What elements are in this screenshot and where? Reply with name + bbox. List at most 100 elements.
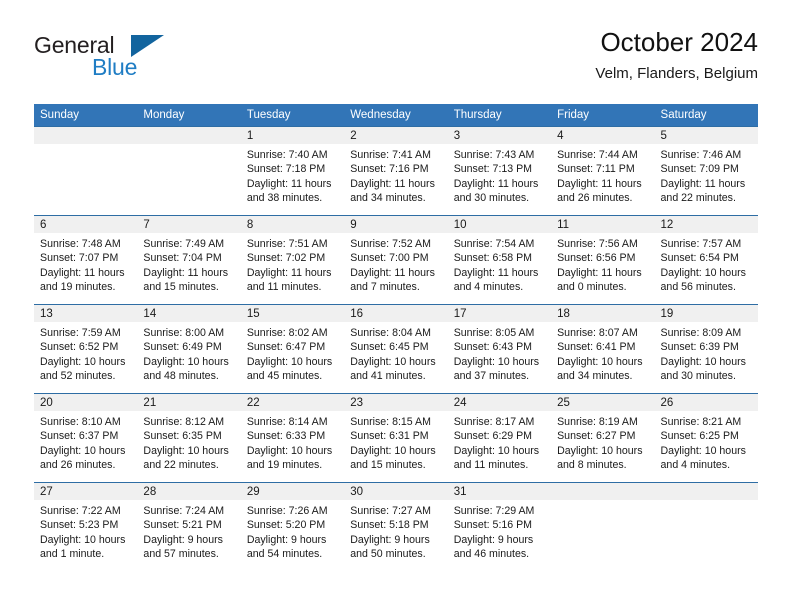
day-details: Sunrise: 8:10 AM Sunset: 6:37 PM Daylight:… — [34, 411, 137, 473]
calendar-day-cell[interactable]: 30 Sunrise: 7:27 AM Sunset: 5:18 PM Dayligh… — [344, 482, 448, 572]
calendar-day-cell[interactable]: 4 Sunrise: 7:44 AM Sunset: 7:11 PM Daylight… — [551, 126, 655, 216]
daylight-text-line2: and 30 minutes. — [660, 370, 736, 383]
sunrise-text: Sunrise: 8:02 AM — [246, 327, 328, 339]
calendar-day-cell[interactable]: 19 Sunrise: 8:09 AM Sunset: 6:39 PM Dayligh… — [654, 304, 758, 394]
calendar-day-cell[interactable]: 7 Sunrise: 7:49 AM Sunset: 7:04 PM Daylight… — [137, 215, 241, 305]
calendar-day-cell[interactable]: 3 Sunrise: 7:43 AM Sunset: 7:13 PM Daylight… — [447, 126, 552, 216]
calendar-day-cell[interactable]: 17 Sunrise: 8:05 AM Sunset: 6:43 PM Dayligh… — [447, 304, 552, 394]
calendar-day-cell[interactable]: 12 Sunrise: 7:57 AM Sunset: 6:54 PM Dayligh… — [654, 215, 758, 305]
sunset-text: Sunset: 7:07 PM — [40, 252, 119, 265]
day-details: Sunrise: 7:46 AM Sunset: 7:09 PM Daylight:… — [655, 144, 758, 206]
day-number: 14 — [137, 305, 241, 322]
sunset-text: Sunset: 6:43 PM — [453, 341, 533, 354]
sunrise-text: Sunrise: 7:52 AM — [350, 238, 431, 250]
day-number: 2 — [344, 127, 448, 144]
sunrise-text: Sunrise: 8:10 AM — [40, 416, 121, 428]
calendar-day-cell[interactable]: 24 Sunrise: 8:17 AM Sunset: 6:29 PM Dayligh… — [447, 393, 552, 483]
day-details: Sunrise: 7:41 AM Sunset: 7:16 PM Daylight:… — [344, 144, 447, 206]
general-blue-logo[interactable]: General Blue — [34, 32, 244, 94]
day-number: 19 — [654, 305, 758, 322]
weekday-header-monday: Monday — [137, 104, 241, 127]
daylight-text-line1: Daylight: 11 hours — [246, 177, 332, 190]
day-number: 1 — [240, 127, 345, 144]
calendar-day-cell[interactable]: 23 Sunrise: 8:15 AM Sunset: 6:31 PM Dayligh… — [344, 393, 448, 483]
sunrise-text: Sunrise: 7:40 AM — [246, 149, 328, 161]
day-number: 26 — [654, 394, 758, 411]
sunrise-text: Sunrise: 8:15 AM — [350, 416, 431, 428]
day-details: Sunrise: 7:52 AM Sunset: 7:00 PM Daylight:… — [344, 233, 447, 295]
calendar-day-cell[interactable]: 5 Sunrise: 7:46 AM Sunset: 7:09 PM Daylight… — [654, 126, 758, 216]
calendar-day-cell[interactable]: 11 Sunrise: 7:56 AM Sunset: 6:56 PM Dayligh… — [551, 215, 655, 305]
calendar-day-cell[interactable]: 26 Sunrise: 8:21 AM Sunset: 6:25 PM Dayligh… — [654, 393, 758, 483]
sunrise-text: Sunrise: 8:05 AM — [453, 327, 535, 339]
day-details: Sunrise: 8:09 AM Sunset: 6:39 PM Daylight:… — [655, 322, 758, 384]
calendar-day-cell[interactable]: 10 Sunrise: 7:54 AM Sunset: 6:58 PM Dayligh… — [447, 215, 552, 305]
daylight-text-line2: and 38 minutes. — [246, 192, 323, 205]
weekday-header-thursday: Thursday — [447, 104, 552, 127]
calendar-day-cell[interactable]: 29 Sunrise: 7:26 AM Sunset: 5:20 PM Dayligh… — [240, 482, 345, 572]
calendar-day-cell[interactable]: 27 Sunrise: 7:22 AM Sunset: 5:23 PM Dayligh… — [34, 482, 138, 572]
sunset-text: Sunset: 6:39 PM — [660, 341, 739, 354]
calendar-day-cell[interactable]: 20 Sunrise: 8:10 AM Sunset: 6:37 PM Dayligh… — [34, 393, 138, 483]
sunrise-text: Sunrise: 7:49 AM — [143, 238, 225, 250]
sunset-text: Sunset: 7:02 PM — [246, 252, 326, 265]
calendar-day-cell[interactable]: 2 Sunrise: 7:41 AM Sunset: 7:16 PM Daylight… — [344, 126, 448, 216]
daylight-text-line2: and 57 minutes. — [143, 548, 219, 561]
daylight-text-line2: and 34 minutes. — [557, 370, 633, 383]
day-details: Sunrise: 8:07 AM Sunset: 6:41 PM Daylight:… — [551, 322, 654, 384]
daylight-text-line2: and 41 minutes. — [350, 370, 426, 383]
day-details: Sunrise: 7:44 AM Sunset: 7:11 PM Daylight:… — [551, 144, 654, 206]
day-number: 21 — [137, 394, 241, 411]
daylight-text-line2: and 8 minutes. — [557, 459, 627, 472]
calendar-day-cell[interactable]: 6 Sunrise: 7:48 AM Sunset: 7:07 PM Daylight… — [34, 215, 138, 305]
day-details: Sunrise: 7:51 AM Sunset: 7:02 PM Daylight:… — [241, 233, 344, 295]
calendar-day-cell[interactable]: 25 Sunrise: 8:19 AM Sunset: 6:27 PM Dayligh… — [551, 393, 655, 483]
calendar-day-cell[interactable]: 15 Sunrise: 8:02 AM Sunset: 6:47 PM Dayligh… — [240, 304, 345, 394]
calendar-week-row: 1 Sunrise: 7:40 AM Sunset: 7:18 PM Daylight… — [34, 126, 758, 216]
day-number: 20 — [34, 394, 138, 411]
sunset-text: Sunset: 6:45 PM — [350, 341, 429, 354]
day-number: 30 — [344, 483, 448, 500]
sunset-text: Sunset: 5:23 PM — [40, 519, 119, 532]
calendar-day-cell[interactable]: 22 Sunrise: 8:14 AM Sunset: 6:33 PM Dayligh… — [240, 393, 345, 483]
calendar-day-cell[interactable]: 18 Sunrise: 8:07 AM Sunset: 6:41 PM Dayligh… — [551, 304, 655, 394]
calendar-day-cell[interactable]: 1 Sunrise: 7:40 AM Sunset: 7:18 PM Daylight… — [240, 126, 345, 216]
sunrise-text: Sunrise: 8:00 AM — [143, 327, 225, 339]
calendar-day-cell[interactable]: 13 Sunrise: 7:59 AM Sunset: 6:52 PM Dayligh… — [34, 304, 138, 394]
day-details: Sunrise: 7:59 AM Sunset: 6:52 PM Daylight:… — [34, 322, 137, 384]
daylight-text-line1: Daylight: 11 hours — [660, 177, 746, 190]
page-header: General Blue October 2024 Velm, Flanders… — [34, 26, 758, 96]
daylight-text-line1: Daylight: 11 hours — [350, 177, 435, 190]
daylight-text-line1: Daylight: 10 hours — [246, 444, 333, 457]
daylight-text-line2: and 22 minutes. — [143, 459, 219, 472]
calendar-day-cell[interactable]: 8 Sunrise: 7:51 AM Sunset: 7:02 PM Daylight… — [240, 215, 345, 305]
daylight-text-line2: and 30 minutes. — [453, 192, 530, 205]
day-details: Sunrise: 8:15 AM Sunset: 6:31 PM Daylight:… — [344, 411, 447, 473]
page-title: October 2024 — [600, 27, 758, 57]
day-number: 15 — [240, 305, 345, 322]
sunset-text: Sunset: 6:52 PM — [40, 341, 119, 354]
sunrise-text: Sunrise: 7:56 AM — [557, 238, 638, 250]
sunset-text: Sunset: 6:25 PM — [660, 430, 739, 443]
day-details: Sunrise: 7:27 AM Sunset: 5:18 PM Daylight:… — [344, 500, 447, 562]
daylight-text-line1: Daylight: 9 hours — [350, 533, 430, 546]
calendar-day-cell[interactable]: 21 Sunrise: 8:12 AM Sunset: 6:35 PM Dayligh… — [137, 393, 241, 483]
calendar-week-row: 13 Sunrise: 7:59 AM Sunset: 6:52 PM Dayligh… — [34, 304, 758, 394]
sunrise-text: Sunrise: 8:21 AM — [660, 416, 742, 428]
calendar-day-cell[interactable]: 28 Sunrise: 7:24 AM Sunset: 5:21 PM Dayligh… — [137, 482, 241, 572]
daylight-text-line2: and 54 minutes. — [246, 548, 323, 561]
sunset-text: Sunset: 7:18 PM — [246, 163, 326, 176]
daylight-text-line1: Daylight: 10 hours — [350, 355, 436, 368]
sunrise-text: Sunrise: 7:59 AM — [40, 327, 121, 339]
calendar-day-cell[interactable]: 16 Sunrise: 8:04 AM Sunset: 6:45 PM Dayligh… — [344, 304, 448, 394]
sunrise-text: Sunrise: 8:07 AM — [557, 327, 638, 339]
day-details: Sunrise: 7:48 AM Sunset: 7:07 PM Daylight:… — [34, 233, 137, 295]
sunset-text: Sunset: 6:31 PM — [350, 430, 429, 443]
daylight-text-line1: Daylight: 10 hours — [453, 355, 540, 368]
day-number — [34, 127, 138, 144]
calendar-day-cell[interactable]: 14 Sunrise: 8:00 AM Sunset: 6:49 PM Dayligh… — [137, 304, 241, 394]
calendar-day-cell[interactable]: 9 Sunrise: 7:52 AM Sunset: 7:00 PM Daylight… — [344, 215, 448, 305]
calendar-day-cell[interactable]: 31 Sunrise: 7:29 AM Sunset: 5:16 PM Dayligh… — [447, 482, 552, 572]
sunset-text: Sunset: 5:16 PM — [453, 519, 533, 532]
daylight-text-line1: Daylight: 10 hours — [660, 266, 746, 279]
